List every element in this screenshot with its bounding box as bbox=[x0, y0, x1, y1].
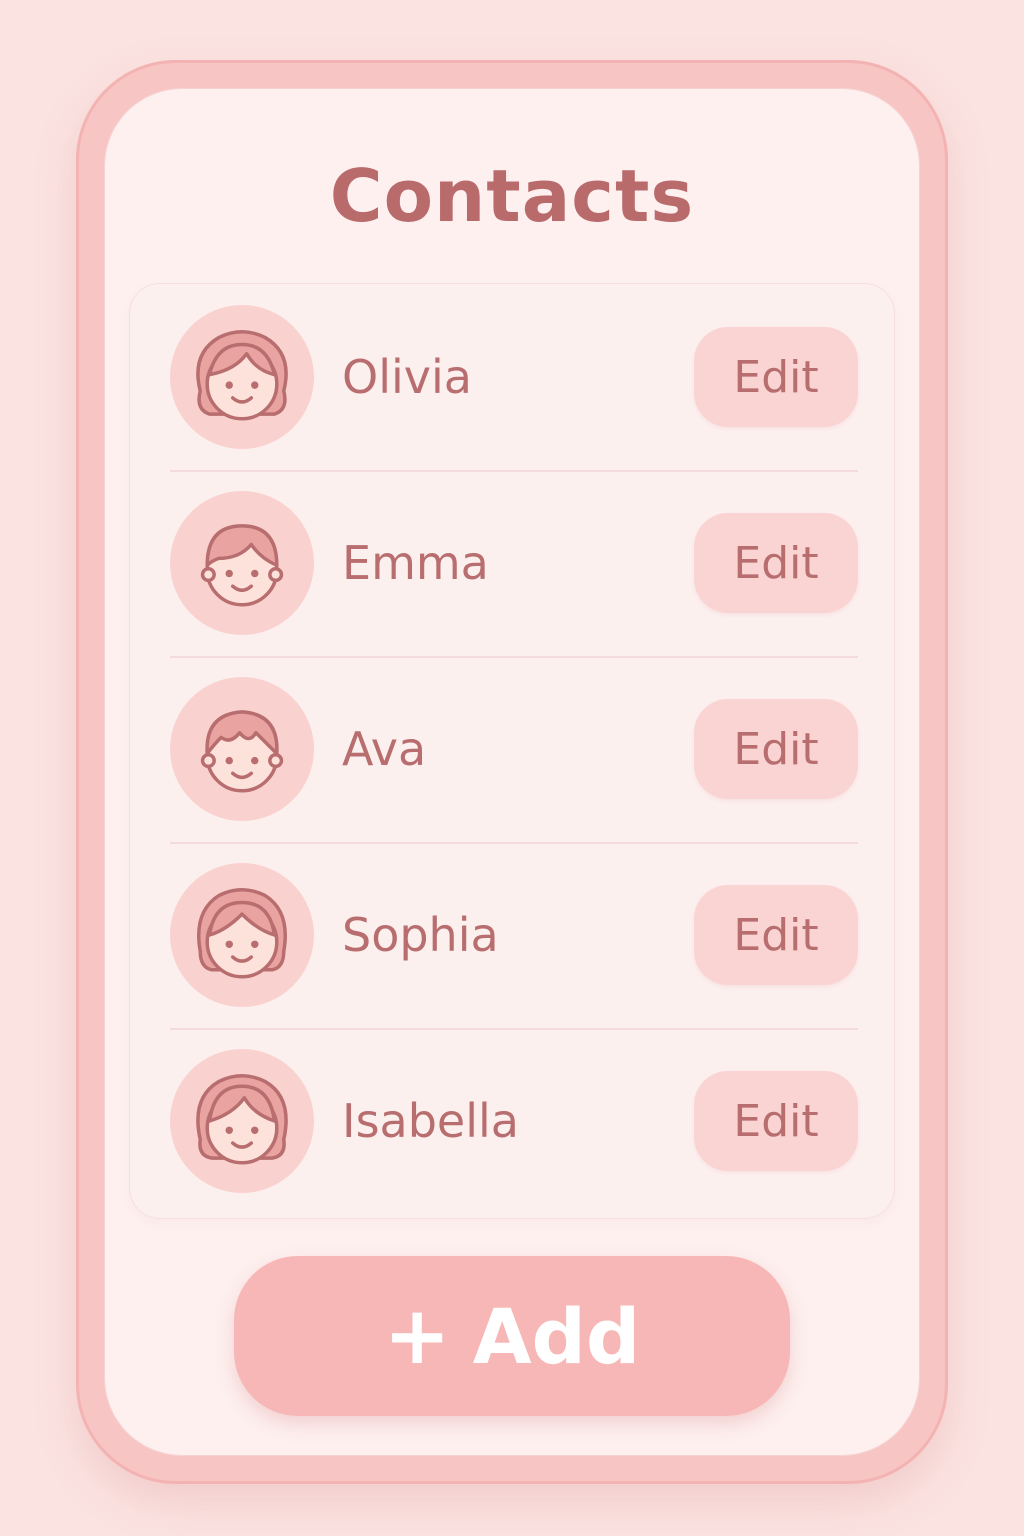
avatar bbox=[170, 863, 314, 1007]
edit-button[interactable]: Edit bbox=[694, 327, 858, 427]
phone-frame: Contacts Olivia Edit Emma Edit Ava Edit … bbox=[76, 60, 948, 1484]
contact-row-olivia[interactable]: Olivia Edit bbox=[170, 284, 858, 470]
avatar bbox=[170, 305, 314, 449]
app-screen: Contacts Olivia Edit Emma Edit Ava Edit … bbox=[104, 88, 920, 1456]
contact-name: Sophia bbox=[342, 908, 499, 962]
plus-icon: + bbox=[383, 1289, 451, 1382]
girl-face-icon bbox=[200, 524, 284, 607]
avatar bbox=[170, 677, 314, 821]
girl-face-icon bbox=[197, 888, 287, 979]
edit-button[interactable]: Edit bbox=[694, 885, 858, 985]
edit-button[interactable]: Edit bbox=[694, 1071, 858, 1171]
add-button-label: Add bbox=[472, 1291, 641, 1381]
page-title: Contacts bbox=[329, 154, 695, 238]
avatar bbox=[170, 1049, 314, 1193]
contact-name: Emma bbox=[342, 536, 489, 590]
contact-row-isabella[interactable]: Isabella Edit bbox=[170, 1028, 858, 1214]
girl-face-icon bbox=[196, 1074, 288, 1165]
girl-face-icon bbox=[196, 330, 288, 421]
contact-name: Olivia bbox=[342, 350, 472, 404]
contact-list: Olivia Edit Emma Edit Ava Edit Sophia Ed… bbox=[130, 284, 894, 1218]
girl-face-icon bbox=[200, 710, 284, 793]
edit-button[interactable]: Edit bbox=[694, 513, 858, 613]
contact-name: Isabella bbox=[342, 1094, 519, 1148]
contact-row-sophia[interactable]: Sophia Edit bbox=[170, 842, 858, 1028]
contact-row-ava[interactable]: Ava Edit bbox=[170, 656, 858, 842]
contact-name: Ava bbox=[342, 722, 427, 776]
edit-button[interactable]: Edit bbox=[694, 699, 858, 799]
contact-row-emma[interactable]: Emma Edit bbox=[170, 470, 858, 656]
avatar bbox=[170, 491, 314, 635]
add-button[interactable]: + Add bbox=[234, 1256, 790, 1416]
